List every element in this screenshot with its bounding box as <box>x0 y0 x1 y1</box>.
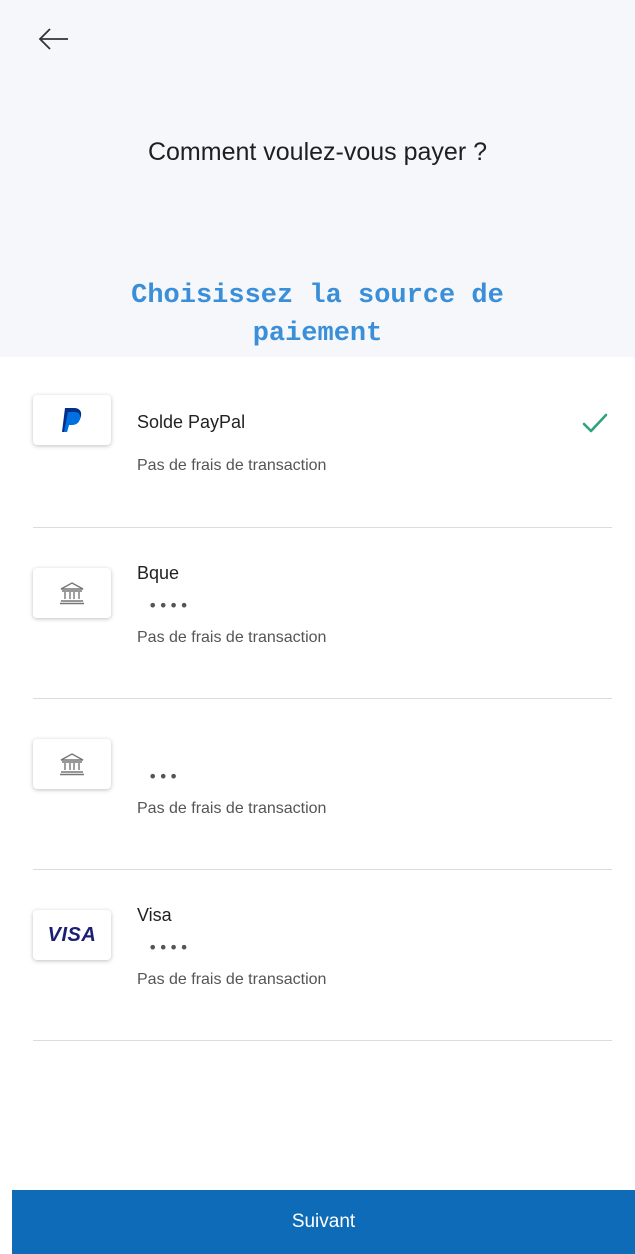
divider <box>33 1040 612 1041</box>
payment-method-bank-2[interactable]: ••• Pas de frais de transaction <box>0 699 635 870</box>
payment-method-visa[interactable]: VISA Visa •••• Pas de frais de transacti… <box>0 870 635 1041</box>
annotation-line-2: paiement <box>252 319 383 349</box>
payment-source-screen: Comment voulez-vous payer ? Choisissez l… <box>0 0 635 1254</box>
payment-method-paypal-balance[interactable]: Solde PayPal Pas de frais de transaction <box>0 357 635 528</box>
annotation-text: Choisissez la source de paiement <box>0 277 635 353</box>
payment-method-name: Bque <box>137 563 180 583</box>
payment-method-name: Solde PayPal <box>137 412 246 432</box>
annotation-line-1: Choisissez la source de <box>131 281 504 311</box>
payment-method-masked-number: •••• <box>148 596 190 615</box>
visa-logo-icon: VISA <box>33 910 111 960</box>
bank-icon <box>33 739 111 789</box>
payment-method-fee: Pas de frais de transaction <box>137 457 327 474</box>
payment-method-list: Solde PayPal Pas de frais de transaction <box>0 357 635 1041</box>
next-button[interactable]: Suivant <box>12 1190 635 1254</box>
paypal-logo-icon <box>33 395 111 445</box>
payment-method-masked-number: •••• <box>148 938 190 957</box>
payment-method-fee: Pas de frais de transaction <box>137 629 327 646</box>
page-title: Comment voulez-vous payer ? <box>147 138 488 166</box>
header: Comment voulez-vous payer ? Choisissez l… <box>0 0 635 357</box>
payment-method-name: Visa <box>137 905 172 925</box>
back-arrow-icon[interactable] <box>36 24 72 54</box>
bank-icon <box>33 568 111 618</box>
payment-method-fee: Pas de frais de transaction <box>137 971 327 988</box>
payment-method-masked-number: ••• <box>148 767 180 786</box>
payment-method-bank-1[interactable]: Bque •••• Pas de frais de transaction <box>0 528 635 699</box>
payment-method-fee: Pas de frais de transaction <box>137 800 327 817</box>
checkmark-icon <box>581 411 609 435</box>
visa-logo-text: VISA <box>47 923 97 946</box>
